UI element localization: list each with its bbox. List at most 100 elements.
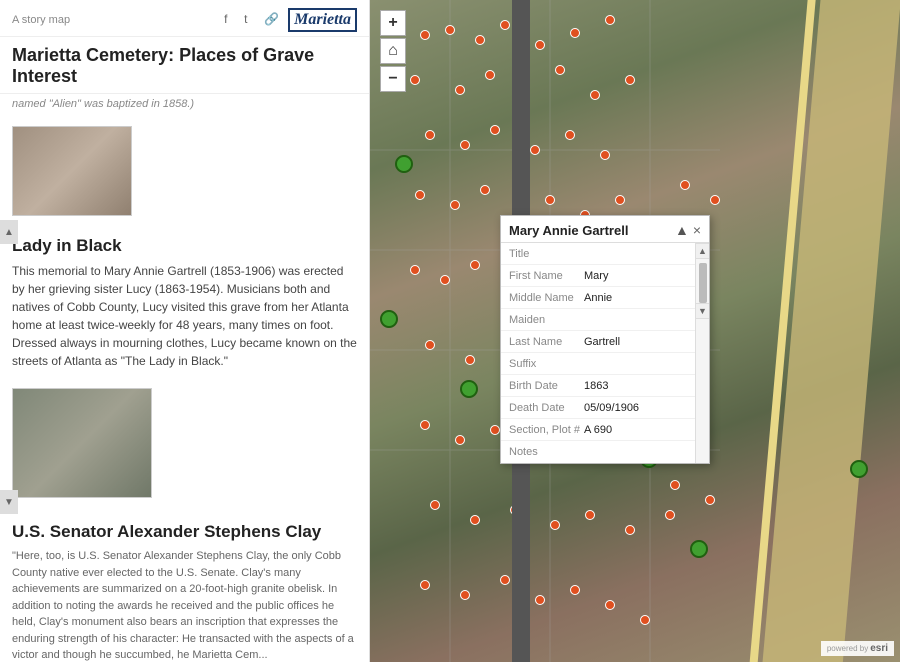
link-icon[interactable]: 🔗 (264, 12, 280, 28)
popup-body: TitleFirst NameMaryMiddle NameAnnieMaide… (501, 243, 709, 463)
map-marker[interactable] (455, 85, 465, 95)
map-marker[interactable] (440, 275, 450, 285)
section-body-senator: "Here, too, is U.S. Senator Alexander St… (0, 548, 369, 662)
map-marker[interactable] (470, 515, 480, 525)
map-marker[interactable] (670, 480, 680, 490)
map-marker[interactable] (550, 520, 560, 530)
popup-row: Suffix (501, 353, 695, 375)
zoom-in-button[interactable]: + (380, 10, 406, 36)
popup-field-label: Title (509, 248, 584, 260)
tree-marker (460, 380, 478, 398)
popup-close-button[interactable]: × (693, 223, 701, 237)
esri-powered-label: powered by (827, 644, 868, 653)
map-marker[interactable] (570, 28, 580, 38)
popup-scrollbar-thumb[interactable] (699, 263, 707, 303)
popup-field-label: Notes (509, 446, 584, 458)
popup-field-label: Section, Plot # (509, 424, 584, 436)
map-marker[interactable] (420, 30, 430, 40)
map-marker[interactable] (590, 90, 600, 100)
section-title-lady: Lady in Black (0, 224, 369, 262)
map-marker[interactable] (410, 265, 420, 275)
home-button[interactable]: ⌂ (380, 38, 406, 64)
nav-arrow-up[interactable]: ▲ (0, 220, 18, 244)
popup-row: Last NameGartrell (501, 331, 695, 353)
marietta-logo: Marietta (288, 8, 357, 32)
map-controls: + ⌂ − (380, 10, 406, 92)
popup-row: Title (501, 243, 695, 265)
map-marker[interactable] (530, 145, 540, 155)
map-marker[interactable] (535, 40, 545, 50)
map-marker[interactable] (460, 140, 470, 150)
map-marker[interactable] (585, 510, 595, 520)
facebook-icon[interactable]: f (224, 12, 240, 28)
map-marker[interactable] (430, 500, 440, 510)
popup-row: Middle NameAnnie (501, 287, 695, 309)
map-marker[interactable] (465, 355, 475, 365)
main-title: Marietta Cemetery: Places of Grave Inter… (0, 37, 369, 94)
map-marker[interactable] (500, 20, 510, 30)
popup-field-value: Mary (584, 270, 608, 282)
map-marker[interactable] (485, 70, 495, 80)
popup-field-value: Gartrell (584, 336, 620, 348)
map-marker[interactable] (490, 425, 500, 435)
map-marker[interactable] (425, 340, 435, 350)
map-area[interactable]: + ⌂ − Mary Annie Gartrell ▲ × Title First… (370, 0, 900, 662)
map-marker[interactable] (470, 260, 480, 270)
story-label: A story map (12, 14, 70, 26)
map-marker[interactable] (570, 585, 580, 595)
social-icons: f t 🔗 (224, 12, 280, 28)
popup-scrollbar[interactable]: ▲ ▼ (695, 243, 709, 463)
esri-name: esri (870, 643, 888, 654)
story-header: A story map f t 🔗 Marietta (0, 0, 369, 37)
map-marker[interactable] (425, 130, 435, 140)
sidebar: A story map f t 🔗 Marietta Marietta Ceme… (0, 0, 370, 662)
map-marker[interactable] (455, 435, 465, 445)
map-marker[interactable] (625, 75, 635, 85)
nav-arrow-down[interactable]: ▼ (0, 490, 18, 514)
map-marker[interactable] (555, 65, 565, 75)
map-marker[interactable] (450, 200, 460, 210)
popup-collapse-btn[interactable]: ▲ (675, 222, 689, 238)
map-marker[interactable] (460, 590, 470, 600)
map-marker[interactable] (625, 525, 635, 535)
tree-marker (395, 155, 413, 173)
intro-image (12, 126, 132, 216)
map-marker[interactable] (665, 510, 675, 520)
map-marker[interactable] (705, 495, 715, 505)
popup-title: Mary Annie Gartrell (509, 223, 628, 238)
popup-row: Birth Date1863 (501, 375, 695, 397)
popup-scroll-up[interactable]: ▲ (695, 243, 710, 259)
map-marker[interactable] (445, 25, 455, 35)
map-marker[interactable] (410, 75, 420, 85)
popup-field-value: Annie (584, 292, 612, 304)
map-marker[interactable] (535, 595, 545, 605)
map-marker[interactable] (605, 600, 615, 610)
map-marker[interactable] (480, 185, 490, 195)
story-intro: named "Alien" was baptized in 1858.) (0, 94, 369, 118)
map-marker[interactable] (600, 150, 610, 160)
map-marker[interactable] (420, 580, 430, 590)
popup-content: TitleFirst NameMaryMiddle NameAnnieMaide… (501, 243, 695, 463)
map-marker[interactable] (605, 15, 615, 25)
popup-row: Section, Plot #A 690 (501, 419, 695, 441)
popup-field-label: First Name (509, 270, 584, 282)
popup-field-label: Birth Date (509, 380, 584, 392)
map-marker[interactable] (680, 180, 690, 190)
popup-header: Mary Annie Gartrell ▲ × (501, 216, 709, 243)
map-marker[interactable] (420, 420, 430, 430)
map-marker[interactable] (500, 575, 510, 585)
popup-field-label: Death Date (509, 402, 584, 414)
map-marker[interactable] (490, 125, 500, 135)
map-marker[interactable] (640, 615, 650, 625)
map-marker[interactable] (710, 195, 720, 205)
popup-scroll-down[interactable]: ▼ (695, 303, 710, 319)
twitter-icon[interactable]: t (244, 12, 260, 28)
map-marker[interactable] (415, 190, 425, 200)
popup-field-label: Last Name (509, 336, 584, 348)
map-marker[interactable] (475, 35, 485, 45)
map-marker[interactable] (615, 195, 625, 205)
zoom-out-button[interactable]: − (380, 66, 406, 92)
map-marker[interactable] (545, 195, 555, 205)
map-marker[interactable] (565, 130, 575, 140)
section-title-senator: U.S. Senator Alexander Stephens Clay (0, 506, 369, 548)
